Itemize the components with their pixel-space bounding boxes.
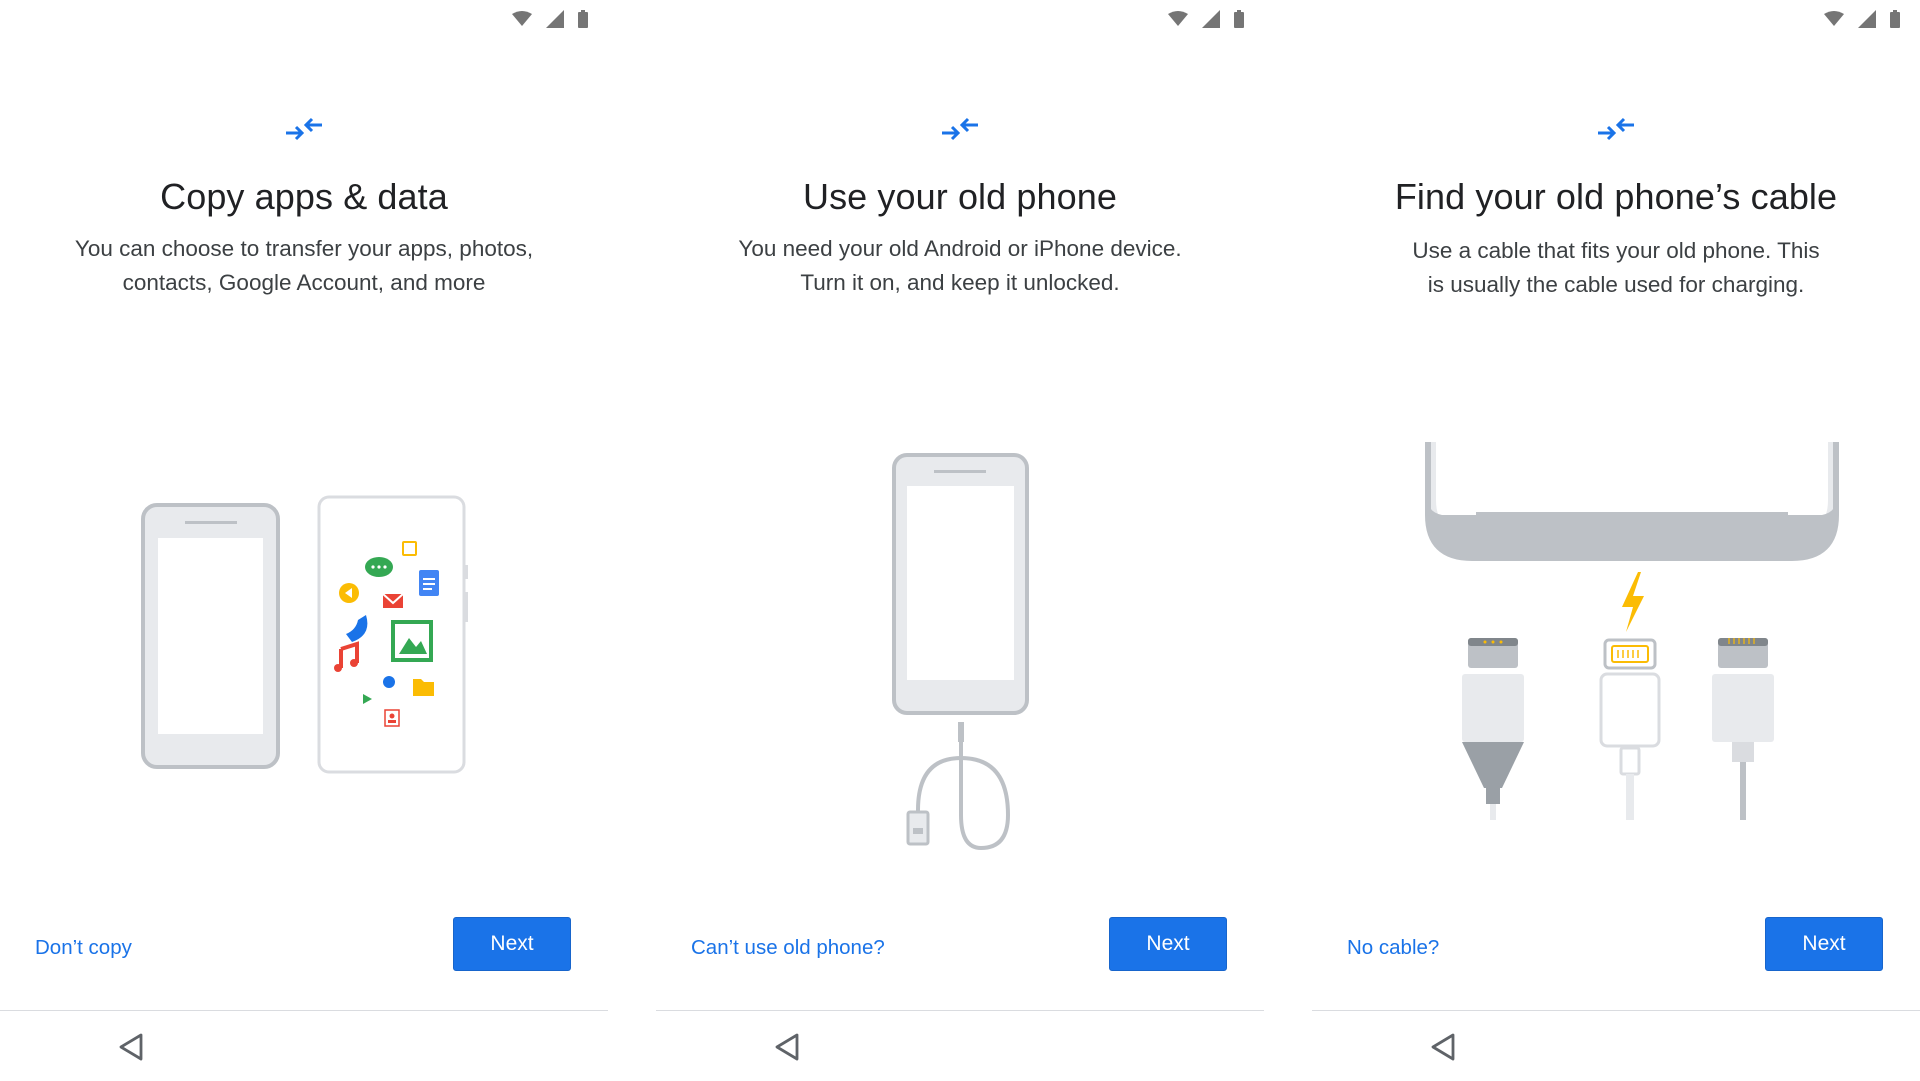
usb-cable-image: [906, 722, 1011, 851]
two-phones-illustration: [141, 495, 468, 774]
page-description: Use a cable that fits your old phone. Th…: [1412, 238, 1820, 297]
battery-icon: [578, 10, 588, 28]
cellular-signal-icon: [1202, 10, 1220, 28]
battery-icon: [1890, 10, 1900, 28]
wifi-icon: [1824, 11, 1844, 26]
next-button[interactable]: Next: [1765, 917, 1883, 971]
lightning-cable-image: [1599, 638, 1661, 820]
phone-with-cable-illustration: [892, 453, 1029, 851]
screen-copy-apps: Copy apps & data You can choose to trans…: [0, 0, 608, 1080]
status-bar: [512, 8, 588, 30]
wifi-icon: [1168, 11, 1188, 26]
no-cable-button[interactable]: No cable?: [1347, 936, 1439, 960]
back-triangle-icon[interactable]: [774, 1033, 800, 1061]
cellular-signal-icon: [546, 10, 564, 28]
status-bar: [1168, 8, 1244, 30]
page-title: Copy apps & data: [160, 176, 448, 217]
new-phone-image: [317, 495, 468, 774]
micro-usb-cable-image: [1712, 638, 1774, 820]
page-title: Use your old phone: [802, 176, 1117, 217]
old-phone-image: [141, 503, 280, 769]
next-button[interactable]: Next: [1109, 917, 1227, 971]
phone-port-and-cables-illustration: [1425, 442, 1839, 820]
page-description: You need your old Android or iPhone devi…: [738, 236, 1182, 295]
navigation-bar: [656, 1010, 1264, 1081]
page-description: You can choose to transfer your apps, ph…: [74, 236, 534, 295]
navigation-bar: [1312, 1010, 1920, 1081]
back-triangle-icon[interactable]: [118, 1033, 144, 1061]
navigation-bar: [0, 1010, 608, 1081]
cellular-signal-icon: [1858, 10, 1876, 28]
next-button[interactable]: Next: [453, 917, 571, 971]
transfer-arrows-icon: [942, 117, 978, 141]
status-bar: [1824, 8, 1900, 30]
back-triangle-icon[interactable]: [1430, 1033, 1456, 1061]
usb-c-cable-image: [1462, 638, 1524, 820]
transfer-arrows-icon: [286, 117, 322, 141]
dont-copy-button[interactable]: Don’t copy: [35, 936, 132, 960]
settings-gear-icon: [383, 676, 395, 688]
battery-icon: [1234, 10, 1244, 28]
screen-use-old-phone: Use your old phone You need your old And…: [656, 0, 1264, 1080]
old-phone-image: [892, 453, 1029, 715]
lightning-bolt-icon: [1622, 572, 1644, 632]
transfer-arrows-icon: [1598, 117, 1634, 141]
phone-bottom-image: [1425, 442, 1839, 561]
screen-find-cable: Find your old phone’s cable Use a cable …: [1312, 0, 1920, 1080]
wifi-icon: [512, 11, 532, 26]
cant-use-old-phone-button[interactable]: Can’t use old phone?: [691, 936, 885, 960]
page-title: Find your old phone’s cable: [1394, 176, 1838, 217]
